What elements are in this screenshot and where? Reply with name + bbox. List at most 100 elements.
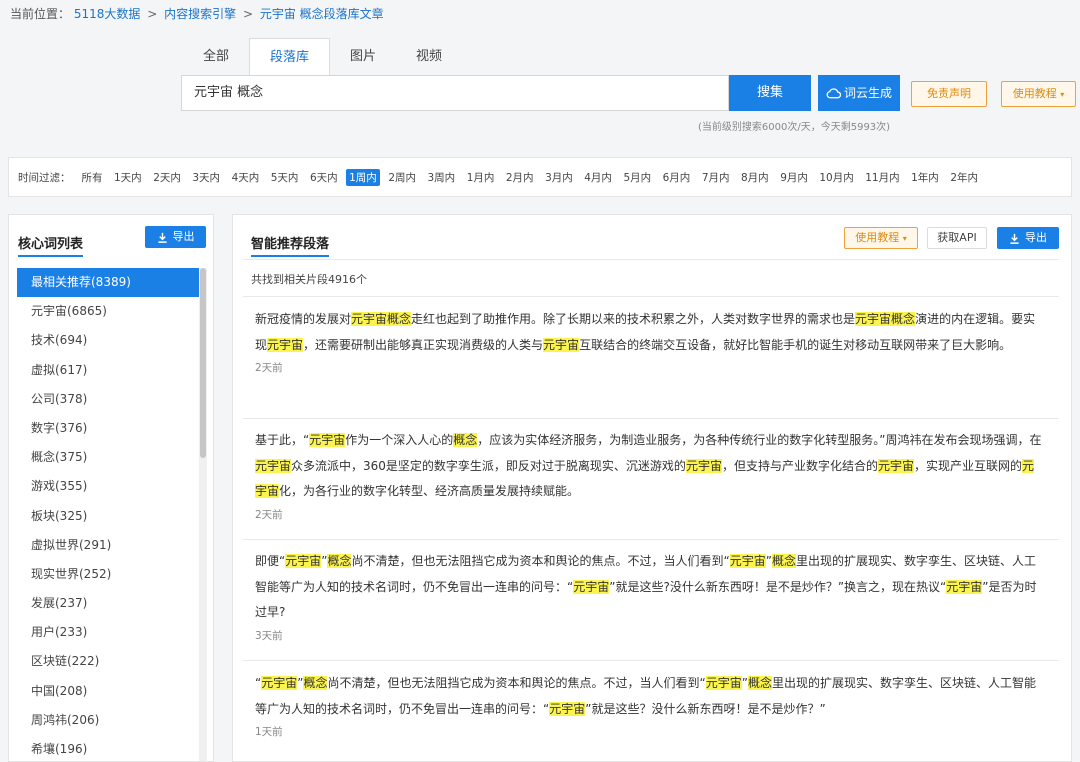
time-filter-option[interactable]: 1月内 — [464, 169, 498, 186]
time-filter-option[interactable]: 8月内 — [738, 169, 772, 186]
breadcrumb-separator: > — [242, 7, 254, 21]
result-text-segment: 互联结合的终端交互设备，就好比智能手机的诞生对移动互联网带来了巨大影响。 — [579, 337, 1012, 352]
time-filter-option[interactable]: 3天内 — [189, 169, 223, 186]
disclaimer-button[interactable]: 免责声明 — [911, 81, 987, 107]
result-text-segment: 即便“ — [255, 554, 286, 568]
result-text-segment: 新冠疫情的发展对 — [255, 312, 352, 326]
caret-down-icon: ▾ — [902, 234, 907, 243]
time-filter-option[interactable]: 5月内 — [620, 169, 654, 186]
keyword-highlight: 概念 — [303, 676, 328, 690]
core-word-item[interactable]: 中国(208) — [17, 677, 199, 706]
result-text[interactable]: 基于此，“元宇宙作为一个深入人心的概念，应该为实体经济服务，为制造业服务，为各种… — [255, 428, 1045, 505]
breadcrumb-link-5118[interactable]: 5118大数据 — [74, 7, 141, 21]
core-word-item[interactable]: 现实世界(252) — [17, 560, 199, 589]
keyword-highlight: 元宇宙 — [267, 337, 304, 352]
keyword-highlight: 概念 — [771, 554, 796, 568]
core-word-list: 最相关推荐(8389) 元宇宙(6865) 技术(694) 虚拟(617) 公司(378… — [17, 268, 199, 761]
tutorial-dropdown-button-2[interactable]: 使用教程 ▾ — [844, 227, 918, 249]
keyword-highlight: 元宇宙 — [255, 458, 292, 473]
search-button[interactable]: 搜集 — [729, 75, 811, 111]
keyword-highlight: 元宇宙 — [705, 676, 742, 690]
time-filter-option[interactable]: 6月内 — [660, 169, 694, 186]
scrollbar-thumb[interactable] — [200, 268, 206, 458]
time-filter-option[interactable]: 1年内 — [908, 169, 942, 186]
tab-all[interactable]: 全部 — [183, 38, 249, 76]
time-filter-option[interactable]: 2月内 — [503, 169, 537, 186]
keyword-highlight: 概念 — [327, 554, 352, 568]
result-text-segment: ” — [765, 554, 772, 568]
core-word-item[interactable]: 游戏(355) — [17, 472, 199, 501]
search-input[interactable]: 元宇宙 概念 — [181, 75, 729, 111]
core-word-item[interactable]: 技术(694) — [17, 326, 199, 355]
tab-paragraphs[interactable]: 段落库 — [249, 38, 331, 77]
result-text[interactable]: 即便“元宇宙”概念尚不清楚，但也无法阻挡它成为资本和舆论的焦点。不过，当人们看到… — [255, 549, 1045, 626]
tab-images[interactable]: 图片 — [330, 38, 396, 76]
export-button-2[interactable]: 导出 — [997, 227, 1059, 249]
result-text-segment: ”就是这些?没什么新东西呀！是不是炒作？”换言之，现在热议“ — [609, 579, 947, 594]
keyword-highlight: 元宇宙概念 — [351, 312, 412, 326]
result-text-segment: ，应该为实体经济服务，为制造业服务，为各种传统行业的数字化转型服务。”周鸿祎在发… — [477, 433, 1042, 447]
divider — [243, 418, 1059, 419]
time-filter-option[interactable]: 2天内 — [150, 169, 184, 186]
core-word-item[interactable]: 概念(375) — [17, 443, 199, 472]
result-text-segment: ，实现产业互联网的 — [913, 458, 1022, 473]
core-word-item[interactable]: 最相关推荐(8389) — [17, 268, 199, 298]
keyword-highlight: 概念 — [453, 433, 478, 447]
paragraphs-title: 智能推荐段落 — [251, 233, 330, 257]
get-api-button[interactable]: 获取API — [927, 227, 987, 249]
tab-videos[interactable]: 视频 — [396, 38, 462, 76]
core-word-title: 核心词列表 — [18, 233, 84, 257]
core-word-item[interactable]: 用户(233) — [17, 618, 199, 647]
time-filter-option[interactable]: 9月内 — [777, 169, 811, 186]
time-filter-option[interactable]: 3周内 — [425, 169, 459, 186]
core-word-item[interactable]: 公司(378) — [17, 385, 199, 414]
keyword-highlight: 元宇宙 — [543, 337, 580, 352]
core-word-item[interactable]: 发展(237) — [17, 589, 199, 618]
result-text-segment: 尚不清楚，但也无法阻挡它成为资本和舆论的焦点。不过，当人们看到“ — [327, 676, 706, 690]
word-cloud-button[interactable]: 词云生成 — [818, 75, 900, 111]
core-word-item[interactable]: 板块(325) — [17, 502, 199, 531]
core-word-item[interactable]: 希壤(196) — [17, 735, 199, 761]
breadcrumb-link-current[interactable]: 元宇宙 概念段落库文章 — [260, 7, 384, 21]
result-text-segment: 众多流派中，360是坚定的数字孪生派，即反对过于脱离现实、沉迷游戏的 — [291, 458, 686, 473]
cloud-icon — [826, 88, 841, 99]
core-word-item[interactable]: 数字(376) — [17, 414, 199, 443]
time-filter-option[interactable]: 6天内 — [307, 169, 341, 186]
export-button[interactable]: 导出 — [145, 226, 206, 248]
keyword-highlight: 元宇宙 — [549, 701, 586, 716]
result-time: 2天前 — [255, 508, 283, 521]
word-list-scrollbar[interactable] — [199, 268, 207, 761]
time-filter-option[interactable]: 所有 — [79, 169, 106, 186]
core-word-item[interactable]: 元宇宙(6865) — [17, 297, 199, 326]
time-filter-option[interactable]: 10月内 — [816, 169, 856, 186]
result-text-segment: ，但支持与产业数字化结合的 — [721, 458, 878, 473]
result-text[interactable]: “元宇宙”概念尚不清楚，但也无法阻挡它成为资本和舆论的焦点。不过，当人们看到“元… — [255, 671, 1045, 722]
time-filter-option[interactable]: 5天内 — [268, 169, 302, 186]
time-filter-option[interactable]: 3月内 — [542, 169, 576, 186]
export-label: 导出 — [172, 230, 195, 243]
core-word-item[interactable]: 虚拟(617) — [17, 356, 199, 385]
time-filter-option[interactable]: 11月内 — [862, 169, 902, 186]
download-icon — [1010, 233, 1019, 244]
core-word-item[interactable]: 虚拟世界(291) — [17, 531, 199, 560]
time-filter-label: 时间过滤： — [18, 171, 71, 184]
keyword-highlight: 概念 — [747, 676, 772, 690]
time-filter-option[interactable]: 2年内 — [947, 169, 981, 186]
keyword-highlight: 元宇宙 — [946, 579, 983, 594]
recommended-paragraphs-panel: 智能推荐段落 使用教程 ▾ 获取API 导出 共找到相关片段4916个 新冠疫情… — [232, 214, 1072, 762]
core-word-item[interactable]: 周鸿祎(206) — [17, 706, 199, 735]
result-text[interactable]: 新冠疫情的发展对元宇宙概念走红也起到了助推作用。除了长期以来的技术积累之外，人类… — [255, 307, 1045, 358]
time-filter-option[interactable]: 1天内 — [111, 169, 145, 186]
time-filter-option[interactable]: 4天内 — [229, 169, 263, 186]
time-filter-option[interactable]: 1周内 — [346, 168, 380, 186]
breadcrumb-link-search-engine[interactable]: 内容搜索引擎 — [164, 7, 236, 21]
tutorial-dropdown-button[interactable]: 使用教程 ▾ — [1001, 81, 1076, 107]
time-filter-option[interactable]: 2周内 — [385, 169, 419, 186]
time-filter-option[interactable]: 7月内 — [699, 169, 733, 186]
search-quota-text: (当前级别搜索6000次/天，今天剩5993次) — [698, 122, 891, 133]
result-time: 2天前 — [255, 362, 283, 374]
result-item: 即便“元宇宙”概念尚不清楚，但也无法阻挡它成为资本和舆论的焦点。不过，当人们看到… — [255, 549, 1045, 643]
keyword-highlight: 元宇宙 — [309, 433, 346, 447]
time-filter-option[interactable]: 4月内 — [581, 169, 615, 186]
core-word-item[interactable]: 区块链(222) — [17, 647, 199, 676]
